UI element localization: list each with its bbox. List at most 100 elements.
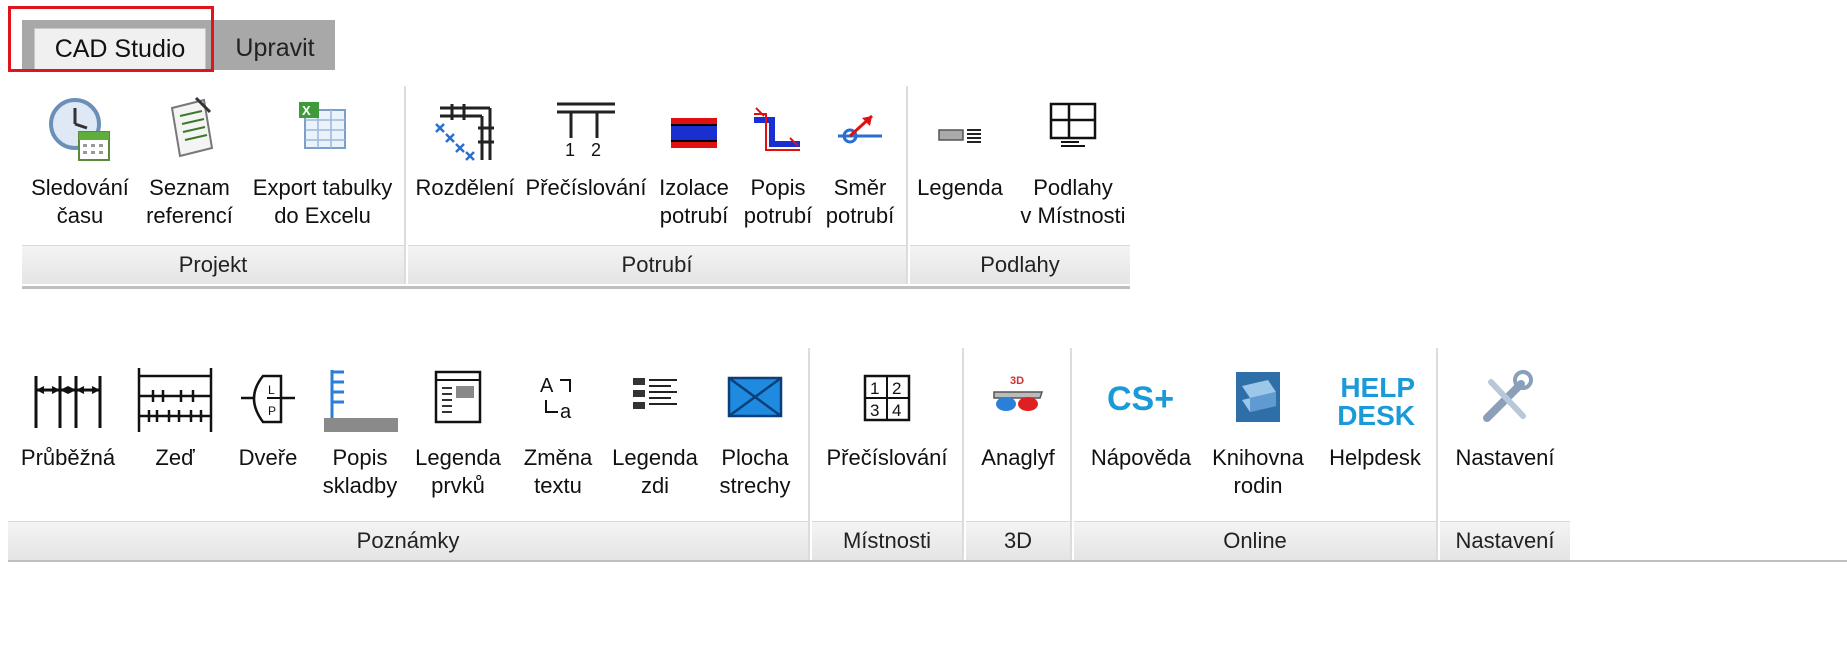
legenda-prvku-button[interactable]: Legenda prvků	[410, 348, 506, 508]
excel-table-icon: X	[293, 94, 353, 159]
helpdesk-label: Helpdesk	[1329, 445, 1421, 470]
pipe-direction-icon	[832, 94, 888, 169]
seznam-referenci-label: Seznam referencí	[146, 175, 233, 228]
zed-label: Zeď	[155, 445, 195, 470]
knihovna-rodin-button[interactable]: Knihovna rodin	[1206, 348, 1310, 508]
svg-text:3: 3	[870, 401, 879, 420]
zmena-textu-label: Změna textu	[523, 445, 593, 498]
sledovani-casu-label: Sledování času	[31, 175, 129, 228]
legenda-podlahy-button[interactable]: Legenda	[916, 86, 1004, 236]
helpdesk-logo-text: HELP DESK	[1337, 372, 1415, 431]
popis-potrubi-button[interactable]: Popis potrubí	[740, 86, 816, 236]
panel-online: CS+ Nápověda Knihovna rodin HELP DESK He…	[1074, 348, 1438, 560]
pipe-label-icon	[750, 94, 806, 169]
family-library-icon	[1230, 362, 1286, 437]
export-excel-button[interactable]: X Export tabulky do Excelu	[250, 86, 395, 236]
svg-text:a: a	[560, 401, 572, 423]
knihovna-rodin-label: Knihovna rodin	[1212, 445, 1304, 498]
rozdeleni-label: Rozdělení	[415, 175, 515, 200]
panel-3d-title: 3D	[966, 521, 1070, 560]
svg-text:1: 1	[565, 140, 575, 160]
panel-podlahy-title: Podlahy	[910, 245, 1130, 284]
helpdesk-button[interactable]: HELP DESK Helpdesk	[1322, 348, 1428, 508]
panel-online-title: Online	[1074, 521, 1436, 560]
panel-podlahy: Legenda Podlahy v Místnosti Podlahy	[910, 86, 1130, 284]
helpdesk-icon: HELP DESK	[1335, 362, 1415, 430]
panel-poznamky-title: Poznámky	[8, 521, 808, 560]
svg-text:X: X	[302, 103, 311, 118]
rozdeleni-button[interactable]: Rozdělení	[414, 86, 516, 236]
legenda-prvku-label: Legenda prvků	[415, 445, 501, 498]
cs-plus-icon: CS+	[1101, 362, 1181, 437]
svg-text:2: 2	[591, 140, 601, 160]
door-tag-icon: L P	[237, 362, 299, 437]
plocha-strechy-button[interactable]: Plocha strechy	[710, 348, 800, 508]
ribbon1-bottom-border	[22, 286, 1130, 289]
napoveda-button[interactable]: CS+ Nápověda	[1080, 348, 1202, 508]
dvere-button[interactable]: L P Dveře	[230, 348, 306, 508]
panel-projekt-title: Projekt	[22, 245, 404, 284]
nastaveni-button[interactable]: Nastavení	[1446, 348, 1564, 508]
panel-potrubi: Rozdělení 1 2 Přečíslování Izolace potru…	[408, 86, 908, 284]
renumber-rooms-label: Přečíslování	[826, 445, 948, 470]
cs-plus-text: CS+	[1107, 380, 1174, 418]
panel-mistnosti: 1234 Přečíslování Místnosti	[812, 348, 964, 560]
panel-nastaveni: Nastavení Nastavení	[1440, 348, 1847, 560]
seznam-referenci-button[interactable]: Seznam referencí	[142, 86, 237, 236]
podlahy-v-mistnosti-label: Podlahy v Místnosti	[1020, 175, 1126, 228]
pipe-insulation-icon	[669, 94, 719, 169]
legenda-zdi-button[interactable]: Legenda zdi	[608, 348, 702, 508]
legenda-podlahy-label: Legenda	[917, 175, 1003, 200]
anaglyf-button[interactable]: 3D Anaglyf	[970, 348, 1066, 508]
anaglyf-label: Anaglyf	[981, 445, 1055, 470]
panel-3d: 3D Anaglyf 3D	[966, 348, 1072, 560]
svg-text:3D: 3D	[1010, 375, 1024, 387]
legenda-zdi-label: Legenda zdi	[612, 445, 698, 498]
renumber-pipe-icon: 1 2	[553, 94, 619, 169]
sledovani-casu-button[interactable]: Sledování času	[30, 86, 130, 236]
panel-poznamky: Průběžná Zeď L P Dveře Popis skladby Leg…	[8, 348, 810, 560]
svg-text:P: P	[268, 404, 276, 418]
zed-button[interactable]: Zeď	[130, 348, 220, 508]
legend-icon	[935, 94, 985, 169]
nastaveni-label: Nastavení	[1455, 445, 1555, 470]
svg-text:L: L	[268, 383, 275, 397]
panel-projekt: Sledování času Seznam referencí X Export…	[22, 86, 406, 284]
dvere-label: Dveře	[238, 445, 298, 470]
izolace-potrubi-button[interactable]: Izolace potrubí	[656, 86, 732, 236]
renumber-rooms-icon: 1234	[857, 362, 917, 437]
preciscovani-pipe-button[interactable]: 1 2 Přečíslování	[525, 86, 647, 236]
izolace-potrubi-label: Izolace potrubí	[659, 175, 729, 228]
tab-upravit[interactable]: Upravit	[218, 28, 332, 68]
running-dimension-icon	[30, 362, 106, 437]
smer-potrubi-label: Směr potrubí	[825, 175, 895, 228]
change-text-icon: A a	[530, 362, 586, 437]
panel-potrubi-title: Potrubí	[408, 245, 906, 284]
layer-description-icon	[320, 362, 400, 441]
prubezna-label: Průběžná	[20, 445, 116, 470]
svg-text:4: 4	[892, 401, 901, 420]
svg-text:2: 2	[892, 379, 901, 398]
room-floors-icon	[1045, 94, 1101, 169]
wall-legend-icon	[627, 362, 683, 437]
popis-skladby-button[interactable]: Popis skladby	[314, 348, 406, 508]
split-pipe-icon	[430, 94, 500, 169]
panel-nastaveni-title: Nastavení	[1440, 521, 1570, 560]
svg-text:A: A	[540, 375, 554, 397]
anaglyph-glasses-icon: 3D	[988, 362, 1048, 437]
element-legend-icon	[430, 362, 486, 437]
settings-tools-icon	[1475, 362, 1535, 437]
clock-calendar-icon	[45, 94, 115, 169]
ribbon2-bottom-border	[8, 560, 1847, 562]
napoveda-label: Nápověda	[1090, 445, 1192, 470]
export-excel-label: Export tabulky do Excelu	[252, 175, 393, 228]
svg-text:1: 1	[870, 379, 879, 398]
tab-highlight-box	[8, 6, 214, 72]
podlahy-v-mistnosti-button[interactable]: Podlahy v Místnosti	[1020, 86, 1126, 236]
wall-dimension-icon	[135, 362, 215, 437]
zmena-textu-button[interactable]: A a Změna textu	[516, 348, 600, 508]
prubezna-button[interactable]: Průběžná	[14, 348, 122, 508]
roof-area-icon	[725, 362, 785, 437]
smer-potrubi-button[interactable]: Směr potrubí	[822, 86, 898, 236]
renumber-rooms-button[interactable]: 1234 Přečíslování	[818, 348, 956, 508]
